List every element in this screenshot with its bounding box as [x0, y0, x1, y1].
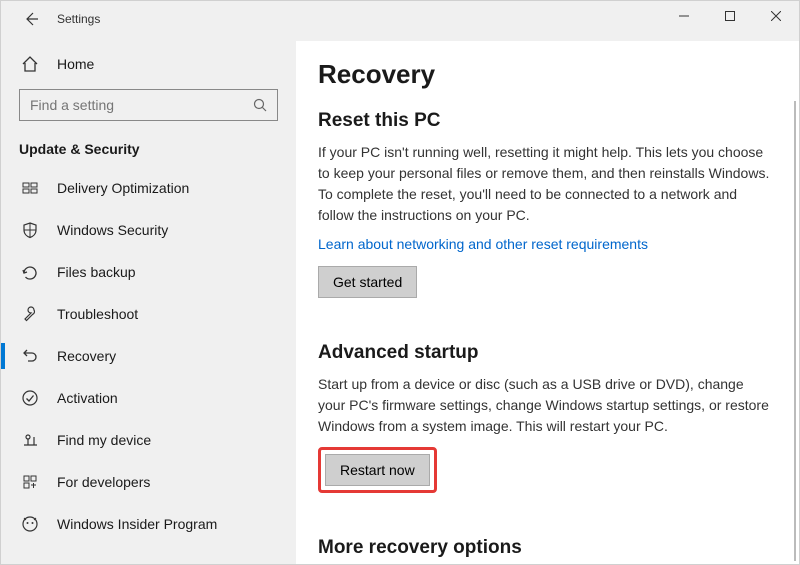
search-field[interactable] [30, 97, 253, 113]
check-circle-icon [21, 389, 39, 407]
home-icon [21, 55, 39, 73]
home-label: Home [57, 56, 94, 72]
search-input[interactable] [19, 89, 278, 121]
get-started-button[interactable]: Get started [318, 266, 417, 298]
insider-icon [21, 515, 39, 533]
more-heading: More recovery options [318, 537, 771, 559]
sidebar-item-for-developers[interactable]: For developers [1, 461, 296, 503]
shield-icon [21, 221, 39, 239]
sidebar-item-label: Windows Insider Program [57, 516, 217, 532]
restart-now-button[interactable]: Restart now [325, 454, 430, 486]
sidebar-item-troubleshoot[interactable]: Troubleshoot [1, 293, 296, 335]
reset-learn-link[interactable]: Learn about networking and other reset r… [318, 236, 648, 252]
wrench-icon [21, 305, 39, 323]
reset-heading: Reset this PC [318, 110, 771, 132]
sidebar-item-label: Recovery [57, 348, 116, 364]
sidebar-item-label: For developers [57, 474, 150, 490]
sidebar-item-label: Troubleshoot [57, 306, 138, 322]
sidebar-item-activation[interactable]: Activation [1, 377, 296, 419]
title-bar: Settings [1, 1, 799, 41]
advanced-description: Start up from a device or disc (such as … [318, 374, 771, 437]
sidebar-item-delivery-optimization[interactable]: Delivery Optimization [1, 167, 296, 209]
sidebar: Home Update & Security Delivery Optimiza… [1, 41, 296, 564]
page-title: Recovery [318, 59, 771, 90]
sidebar-item-windows-security[interactable]: Windows Security [1, 209, 296, 251]
reset-description: If your PC isn't running well, resetting… [318, 142, 771, 226]
scrollbar[interactable] [794, 101, 796, 561]
developers-icon [21, 473, 39, 491]
maximize-button[interactable] [707, 1, 753, 31]
sidebar-item-label: Activation [57, 390, 118, 406]
window-controls [661, 1, 799, 31]
sidebar-item-label: Delivery Optimization [57, 180, 189, 196]
sidebar-item-recovery[interactable]: Recovery [1, 335, 296, 377]
home-nav[interactable]: Home [1, 45, 296, 83]
settings-window: Settings Home [0, 0, 800, 565]
delivery-icon [21, 179, 39, 197]
sidebar-item-label: Windows Security [57, 222, 168, 238]
sidebar-item-label: Find my device [57, 432, 151, 448]
location-icon [21, 431, 39, 449]
advanced-heading: Advanced startup [318, 342, 771, 364]
backup-icon [21, 263, 39, 281]
sidebar-item-files-backup[interactable]: Files backup [1, 251, 296, 293]
recovery-icon [21, 347, 39, 365]
highlight-annotation: Restart now [318, 447, 437, 493]
search-icon [253, 98, 267, 112]
content-area[interactable]: Recovery Reset this PC If your PC isn't … [296, 41, 799, 564]
close-button[interactable] [753, 1, 799, 31]
back-button[interactable] [23, 11, 39, 27]
sidebar-item-find-my-device[interactable]: Find my device [1, 419, 296, 461]
category-title: Update & Security [1, 135, 296, 167]
app-title: Settings [57, 12, 100, 26]
minimize-button[interactable] [661, 1, 707, 31]
nav-list: Delivery Optimization Windows Security F… [1, 167, 296, 545]
sidebar-item-label: Files backup [57, 264, 136, 280]
sidebar-item-windows-insider[interactable]: Windows Insider Program [1, 503, 296, 545]
